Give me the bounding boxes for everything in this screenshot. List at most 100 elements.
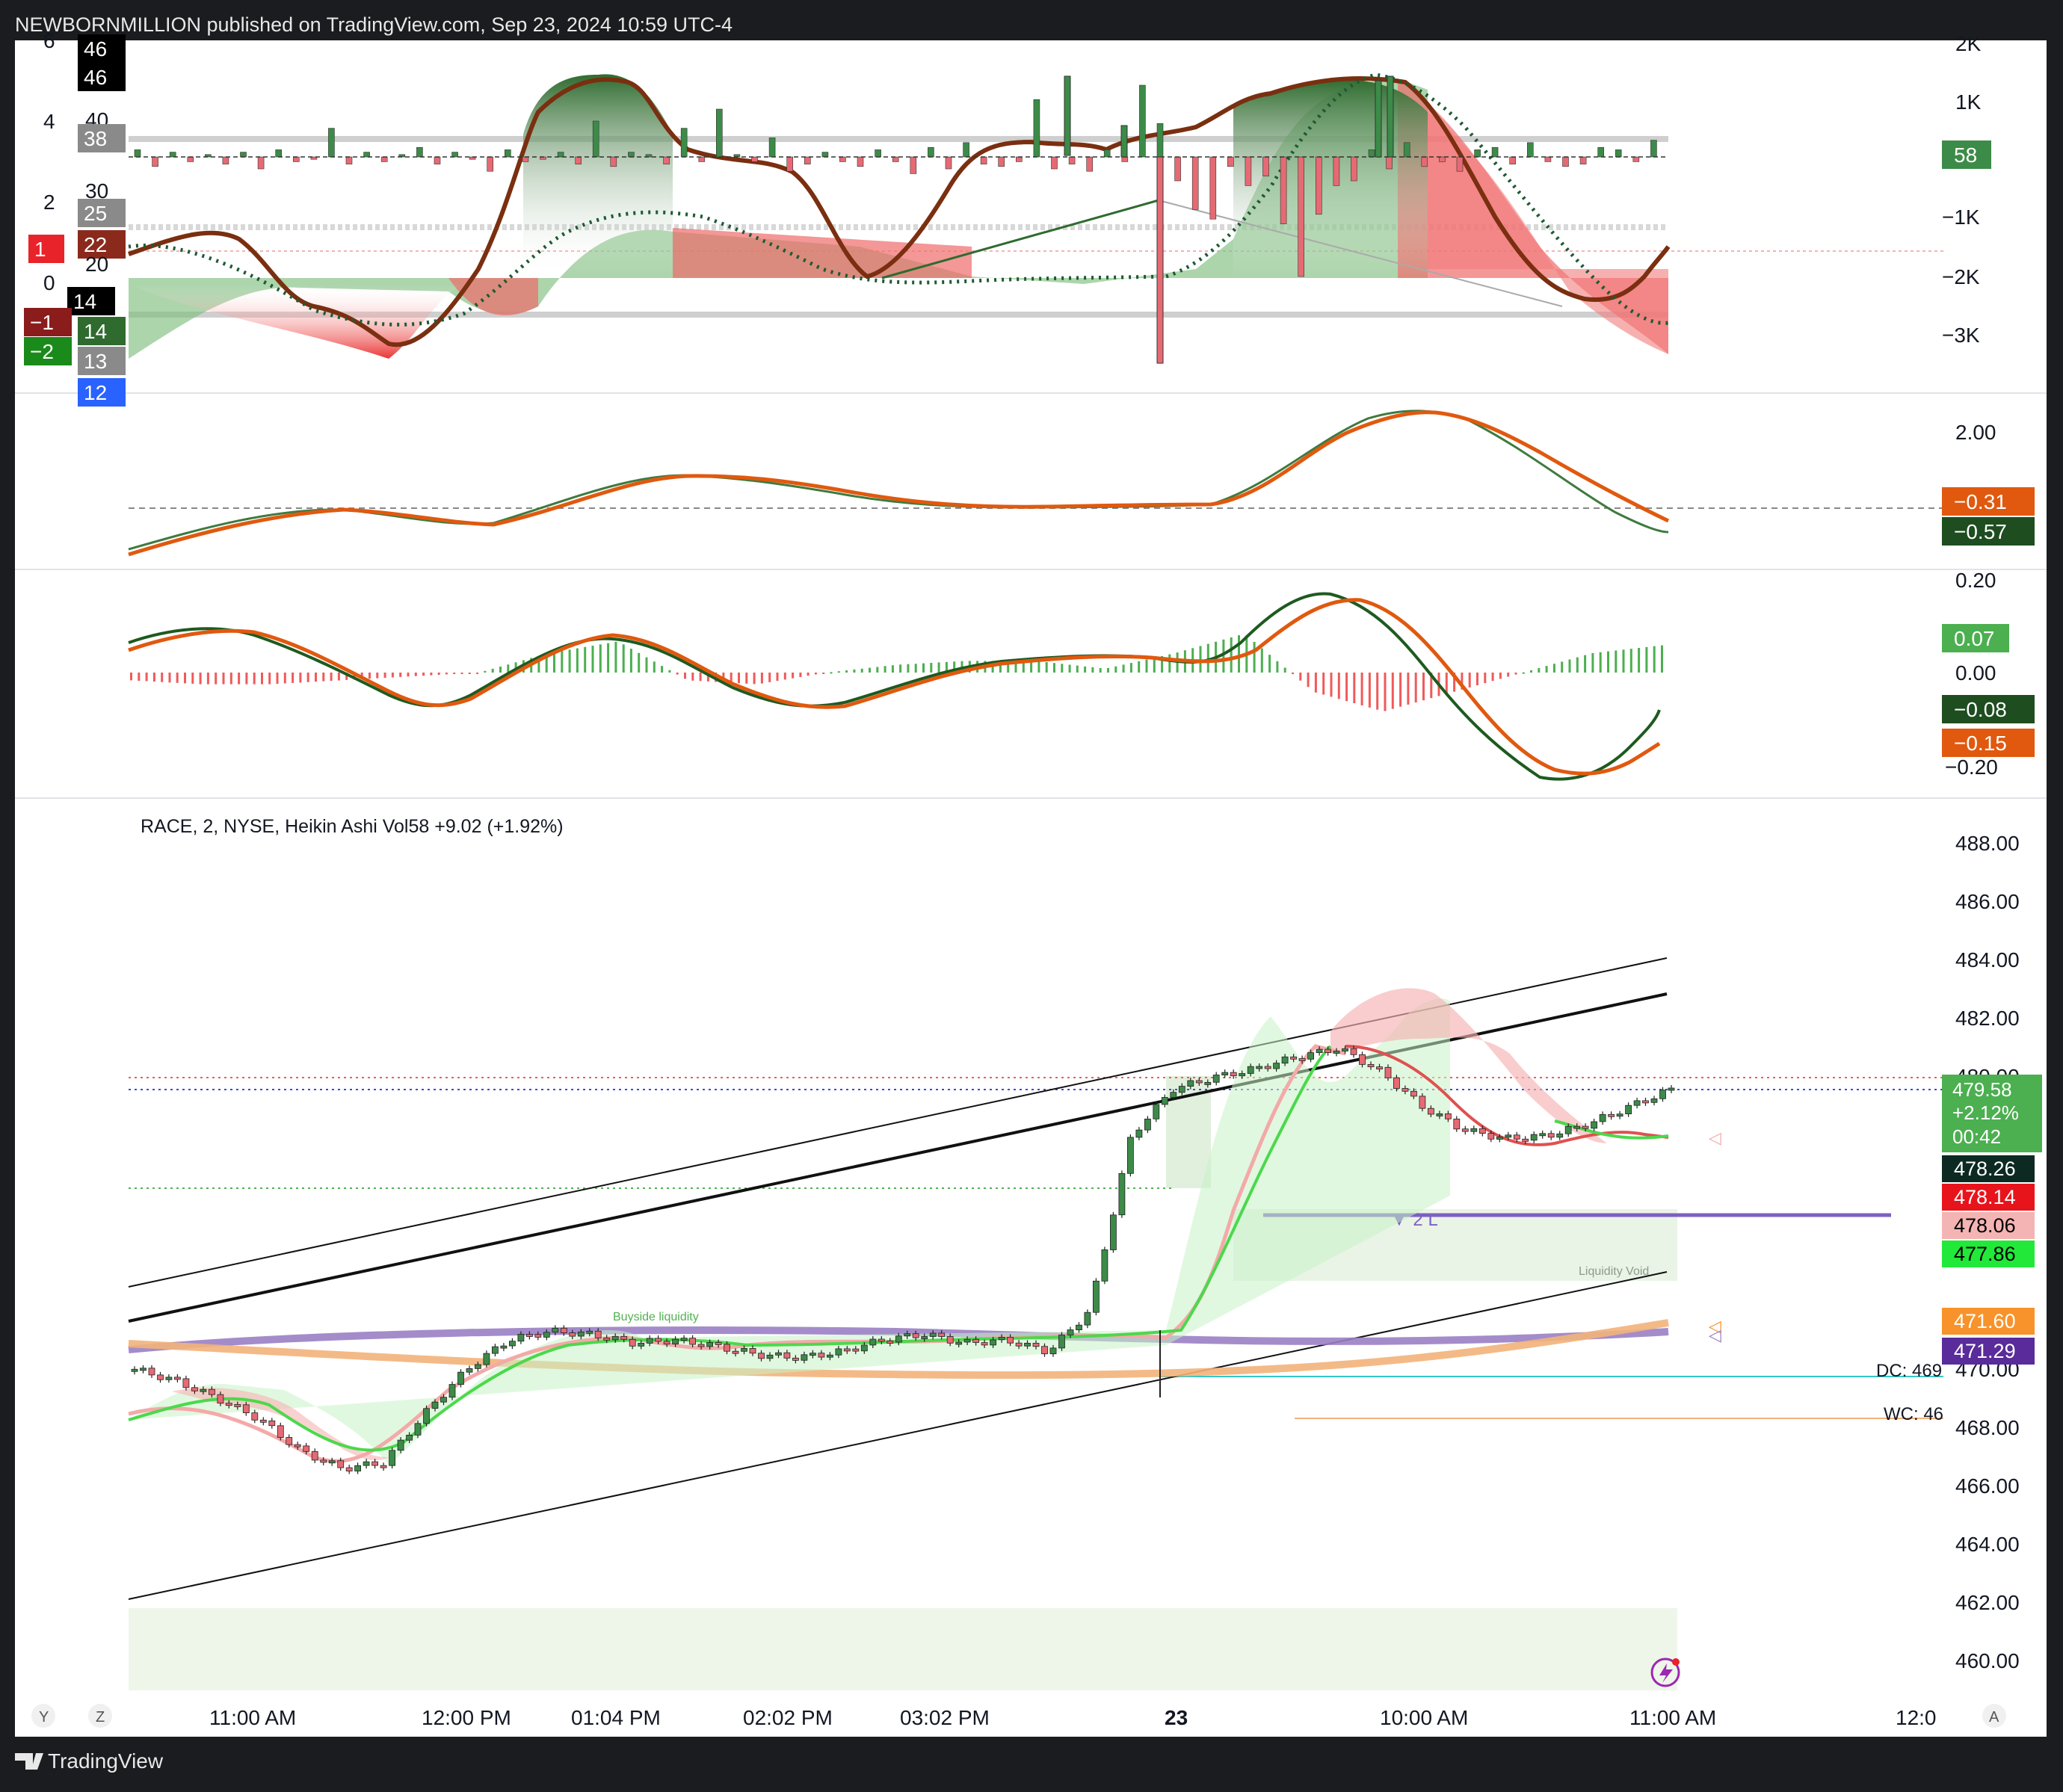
level-badges: 478.26 478.14 478.06 477.86 471.60 471.29 — [1942, 1155, 2035, 1365]
histogram-bar — [599, 644, 602, 673]
volume-bar — [1068, 156, 1076, 164]
time-axis-label: 12:00 PM — [422, 1706, 511, 1729]
volume-bar — [1156, 123, 1164, 158]
volume-bar — [610, 156, 617, 167]
candle — [217, 1394, 224, 1404]
p2-axis-label: 2.00 — [1955, 421, 1996, 444]
candle — [1530, 1134, 1538, 1141]
left-badge-text: 46 — [84, 37, 107, 61]
candle — [1316, 1048, 1323, 1053]
volume-bar — [240, 152, 247, 158]
volume-bar — [522, 156, 529, 162]
histogram-bar — [1206, 643, 1209, 673]
volume-bar — [1262, 156, 1269, 176]
volume-bar — [1174, 156, 1181, 182]
volume-bar — [1245, 156, 1252, 186]
level-badge-text: 478.26 — [1954, 1158, 2016, 1180]
histogram-bar — [584, 646, 587, 673]
histogram-bar — [561, 651, 564, 673]
volume-bar — [1064, 75, 1071, 156]
price-axis-label: 460.00 — [1955, 1649, 2020, 1672]
marker-icon: ◁ — [1709, 1129, 1721, 1148]
candle — [946, 1336, 954, 1344]
histogram-bar — [191, 673, 194, 684]
histogram-bar — [1445, 673, 1448, 694]
left-axis-label: 6 — [43, 29, 55, 52]
candle — [448, 1384, 456, 1398]
histogram-bar — [837, 671, 840, 673]
candle — [1633, 1100, 1641, 1106]
candle — [268, 1420, 276, 1427]
volume-bar — [169, 152, 176, 158]
histogram-bar — [1552, 664, 1555, 673]
histogram-bar — [1076, 665, 1079, 673]
volume-bar — [1650, 140, 1657, 158]
volume-bar — [451, 152, 458, 158]
candle — [843, 1348, 851, 1352]
candle — [1212, 1075, 1220, 1083]
histogram-bar — [807, 673, 810, 676]
candle — [1539, 1133, 1547, 1137]
histogram-bar — [1491, 673, 1494, 682]
histogram-bar — [661, 666, 664, 673]
histogram-bar — [1591, 652, 1594, 673]
candle — [534, 1334, 542, 1338]
candle — [981, 1342, 988, 1346]
histogram-bar — [860, 668, 863, 673]
candle — [998, 1337, 1005, 1341]
candle — [431, 1401, 439, 1409]
level-badge-text: 478.14 — [1954, 1186, 2016, 1208]
volume-badge-text: 58 — [1954, 143, 1977, 167]
histogram-bar — [1068, 664, 1071, 673]
candle — [1067, 1329, 1074, 1335]
histogram-bar — [876, 667, 879, 673]
histogram-bar — [206, 673, 209, 685]
right-axis-label: 1K — [1955, 90, 1982, 114]
candle — [406, 1435, 413, 1441]
candle — [766, 1354, 774, 1359]
left-badge-text: 12 — [84, 381, 107, 404]
histogram-bar — [1091, 667, 1094, 673]
volume-bar — [222, 156, 229, 164]
candle — [1161, 1097, 1168, 1105]
histogram-bar — [430, 673, 433, 676]
candle — [1264, 1066, 1271, 1069]
histogram-bar — [653, 661, 656, 673]
volume-bar — [380, 156, 388, 162]
candle — [509, 1341, 516, 1347]
histogram-bar — [1622, 649, 1625, 673]
candle — [741, 1348, 747, 1352]
left-badge-text: 14 — [84, 320, 107, 343]
histogram-bar — [1230, 637, 1233, 673]
candle — [611, 1335, 619, 1341]
histogram-bar — [261, 673, 263, 685]
candle — [337, 1460, 345, 1468]
histogram-bar — [914, 664, 917, 673]
bottom-zone — [129, 1608, 1677, 1690]
candle — [277, 1425, 284, 1439]
histogram-bar — [184, 673, 186, 684]
candle — [1170, 1092, 1177, 1098]
histogram-bar — [614, 641, 617, 673]
candle — [1127, 1137, 1134, 1174]
histogram-bar — [1376, 673, 1379, 710]
candle — [1453, 1119, 1461, 1130]
volume-bar — [1086, 156, 1093, 172]
volume-bar — [1632, 156, 1640, 162]
histogram-bar — [1561, 661, 1564, 673]
histogram-bar — [768, 673, 771, 682]
volume-bar — [557, 152, 564, 158]
candle — [457, 1371, 464, 1385]
histogram-bar — [460, 673, 463, 674]
candle — [517, 1334, 525, 1342]
histogram-bar — [1653, 646, 1656, 673]
left-badge-text: −1 — [30, 311, 54, 334]
histogram-bar — [891, 665, 894, 673]
dc-label: DC: 469 — [1876, 1361, 1942, 1381]
histogram-bar — [1484, 673, 1487, 684]
volume-bar — [821, 152, 829, 158]
candle — [1084, 1311, 1091, 1326]
volume-bar — [875, 149, 881, 158]
candle — [1487, 1133, 1495, 1140]
candle — [1367, 1064, 1375, 1068]
